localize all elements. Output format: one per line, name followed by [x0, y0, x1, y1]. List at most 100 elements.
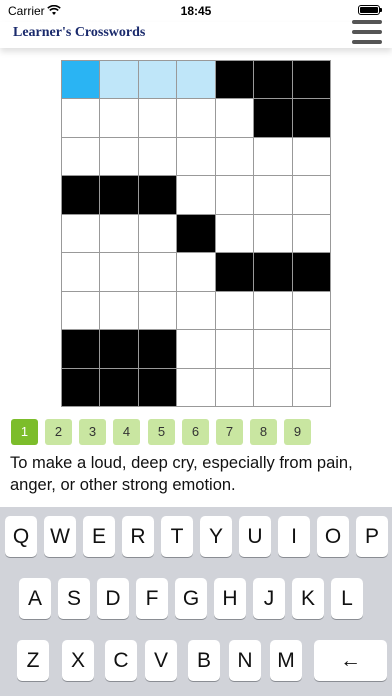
grid-cell[interactable]: [138, 291, 177, 330]
key-i[interactable]: I: [278, 516, 310, 557]
backspace-key[interactable]: ←: [314, 640, 387, 681]
grid-cell-blocked: [138, 176, 177, 214]
grid-cell[interactable]: [292, 291, 330, 330]
grid-cell[interactable]: [254, 368, 292, 406]
grid-cell-blocked: [292, 61, 330, 99]
key-t[interactable]: T: [161, 516, 193, 557]
grid-cell-blocked: [100, 330, 138, 368]
clue-number-button-2[interactable]: 2: [45, 419, 72, 445]
key-p[interactable]: P: [356, 516, 388, 557]
key-m[interactable]: M: [270, 640, 302, 681]
key-x[interactable]: X: [62, 640, 94, 681]
key-k[interactable]: K: [292, 578, 324, 619]
key-f[interactable]: F: [136, 578, 168, 619]
grid-cell[interactable]: [254, 214, 292, 253]
grid-cell[interactable]: [138, 61, 177, 99]
grid-cell[interactable]: [177, 61, 215, 99]
grid-cell[interactable]: [254, 330, 292, 368]
clue-text: To make a loud, deep cry, especially fro…: [10, 454, 353, 494]
grid-cell[interactable]: [138, 137, 177, 176]
crossword-grid: [61, 60, 331, 407]
clue-number-button-6[interactable]: 6: [182, 419, 209, 445]
key-y[interactable]: Y: [200, 516, 232, 557]
grid-cell[interactable]: [100, 137, 138, 176]
grid-cell[interactable]: [292, 176, 330, 214]
battery-icon: [358, 5, 382, 15]
grid-cell[interactable]: [100, 99, 138, 137]
clue-number-button-7[interactable]: 7: [216, 419, 243, 445]
grid-cell[interactable]: [177, 330, 215, 368]
key-e[interactable]: E: [83, 516, 115, 557]
grid-cell[interactable]: [100, 253, 138, 291]
grid-cell[interactable]: [62, 214, 100, 253]
grid-cell[interactable]: [177, 176, 215, 214]
grid-cell-blocked: [62, 330, 100, 368]
status-bar: Carrier 18:45: [0, 0, 392, 22]
clue-number-button-1[interactable]: 1: [11, 419, 38, 445]
key-w[interactable]: W: [44, 516, 76, 557]
grid-cell[interactable]: [177, 99, 215, 137]
grid-cell[interactable]: [62, 137, 100, 176]
key-l[interactable]: L: [331, 578, 363, 619]
grid-cell[interactable]: [215, 330, 254, 368]
key-z[interactable]: Z: [17, 640, 49, 681]
grid-cell[interactable]: [254, 291, 292, 330]
keyboard: Q W E R T Y U I O P A S D F G H J K L Z X C V B N M ←: [0, 507, 392, 696]
grid-cell[interactable]: [177, 291, 215, 330]
grid-cell[interactable]: [100, 291, 138, 330]
grid-cell[interactable]: [177, 368, 215, 406]
grid-cell[interactable]: [138, 253, 177, 291]
grid-cell[interactable]: [62, 253, 100, 291]
grid-cell[interactable]: [215, 368, 254, 406]
grid-cell-blocked: [254, 253, 292, 291]
key-n[interactable]: N: [229, 640, 261, 681]
grid-cell[interactable]: [215, 176, 254, 214]
grid-cell-blocked: [292, 253, 330, 291]
key-g[interactable]: G: [175, 578, 207, 619]
key-o[interactable]: O: [317, 516, 349, 557]
key-v[interactable]: V: [145, 640, 177, 681]
key-b[interactable]: B: [188, 640, 220, 681]
key-h[interactable]: H: [214, 578, 246, 619]
grid-cell[interactable]: [215, 137, 254, 176]
key-c[interactable]: C: [105, 640, 137, 681]
grid-cell[interactable]: [215, 214, 254, 253]
grid-cell[interactable]: [292, 330, 330, 368]
key-u[interactable]: U: [239, 516, 271, 557]
grid-cell[interactable]: [177, 253, 215, 291]
grid-cell[interactable]: [215, 291, 254, 330]
grid-cell-blocked: [215, 61, 254, 99]
key-a[interactable]: A: [19, 578, 51, 619]
grid-cell[interactable]: [254, 176, 292, 214]
clue-number-button-3[interactable]: 3: [79, 419, 106, 445]
grid-cell-blocked: [100, 368, 138, 406]
grid-cell[interactable]: [62, 99, 100, 137]
grid-cell[interactable]: [138, 214, 177, 253]
grid-cell[interactable]: [254, 137, 292, 176]
clue-number-button-4[interactable]: 4: [113, 419, 140, 445]
grid-cell[interactable]: [215, 99, 254, 137]
hamburger-menu-icon[interactable]: [352, 20, 382, 46]
key-r[interactable]: R: [122, 516, 154, 557]
grid-cell[interactable]: [100, 61, 138, 99]
key-j[interactable]: J: [253, 578, 285, 619]
grid-cell[interactable]: [292, 214, 330, 253]
clue-number-button-8[interactable]: 8: [250, 419, 277, 445]
key-s[interactable]: S: [58, 578, 90, 619]
grid-cell-blocked: [215, 253, 254, 291]
grid-cell[interactable]: [62, 291, 100, 330]
grid-cell[interactable]: [62, 61, 100, 99]
key-d[interactable]: D: [97, 578, 129, 619]
key-q[interactable]: Q: [5, 516, 37, 557]
grid-cell-blocked: [254, 61, 292, 99]
grid-cell-blocked: [62, 368, 100, 406]
clue-number-button-9[interactable]: 9: [284, 419, 311, 445]
grid-cell[interactable]: [292, 137, 330, 176]
grid-cell-blocked: [292, 99, 330, 137]
grid-cell[interactable]: [100, 214, 138, 253]
grid-cell[interactable]: [138, 99, 177, 137]
clock: 18:45: [180, 4, 212, 18]
grid-cell[interactable]: [292, 368, 330, 406]
grid-cell[interactable]: [177, 137, 215, 176]
clue-number-button-5[interactable]: 5: [148, 419, 175, 445]
